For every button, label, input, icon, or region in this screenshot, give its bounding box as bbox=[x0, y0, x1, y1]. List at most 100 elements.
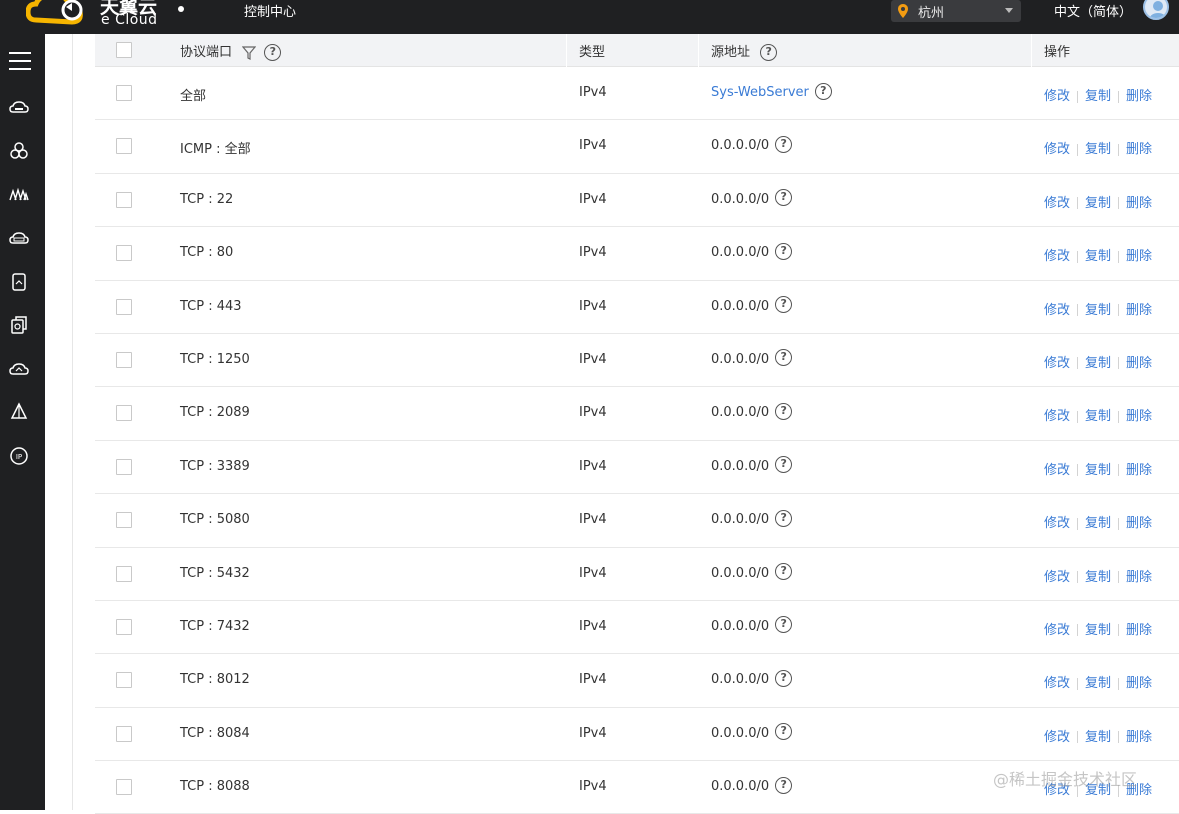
help-icon[interactable]: ? bbox=[775, 776, 793, 794]
copy-button[interactable]: 复制 bbox=[1085, 409, 1111, 424]
delete-button[interactable]: 删除 bbox=[1126, 196, 1152, 211]
action-separator bbox=[1118, 357, 1120, 370]
row-checkbox[interactable] bbox=[116, 779, 132, 796]
source-cell: 0.0.0.0/0? bbox=[711, 349, 793, 367]
action-separator bbox=[1118, 304, 1120, 317]
delete-button[interactable]: 删除 bbox=[1126, 516, 1152, 531]
copy-button[interactable]: 复制 bbox=[1085, 249, 1111, 264]
action-separator bbox=[1118, 143, 1120, 156]
help-icon[interactable]: ? bbox=[775, 563, 793, 581]
row-checkbox[interactable] bbox=[116, 85, 132, 101]
port-cell: TCP : 2089 bbox=[180, 405, 250, 421]
delete-button[interactable]: 删除 bbox=[1126, 463, 1152, 478]
row-checkbox[interactable] bbox=[116, 672, 132, 689]
ecloud-logo-icon[interactable] bbox=[26, 0, 96, 30]
source-value[interactable]: Sys-WebServer bbox=[711, 85, 809, 100]
cluster-icon[interactable] bbox=[9, 141, 29, 161]
help-icon[interactable]: ? bbox=[775, 135, 793, 153]
action-separator bbox=[1118, 624, 1120, 637]
help-icon[interactable]: ? bbox=[775, 456, 793, 474]
copy-button[interactable]: 复制 bbox=[1085, 142, 1111, 157]
row-checkbox[interactable] bbox=[116, 725, 132, 742]
edit-button[interactable]: 修改 bbox=[1044, 676, 1070, 691]
help-icon[interactable]: ? bbox=[264, 44, 282, 61]
help-icon[interactable]: ? bbox=[775, 296, 793, 314]
delete-button[interactable]: 删除 bbox=[1126, 142, 1152, 157]
delete-button[interactable]: 删除 bbox=[1126, 303, 1152, 318]
copy-button[interactable]: 复制 bbox=[1085, 623, 1111, 638]
row-checkbox[interactable] bbox=[116, 512, 132, 529]
row-checkbox[interactable] bbox=[116, 138, 132, 155]
help-icon[interactable]: ? bbox=[814, 82, 832, 100]
delete-button[interactable]: 删除 bbox=[1126, 676, 1152, 691]
delete-button[interactable]: 删除 bbox=[1126, 623, 1152, 638]
edit-button[interactable]: 修改 bbox=[1044, 516, 1070, 531]
help-icon[interactable]: ? bbox=[760, 44, 778, 61]
table-row: TCP : 7432 IPv4 0.0.0.0/0? 修改 复制 删除 bbox=[95, 600, 1179, 655]
copy-button[interactable]: 复制 bbox=[1085, 89, 1111, 104]
edit-button[interactable]: 修改 bbox=[1044, 89, 1070, 104]
backup-icon[interactable] bbox=[9, 315, 29, 335]
edit-button[interactable]: 修改 bbox=[1044, 623, 1070, 638]
source-cell[interactable]: Sys-WebServer? bbox=[711, 82, 832, 100]
cloud-disk-icon[interactable] bbox=[9, 228, 29, 248]
row-checkbox[interactable] bbox=[116, 298, 132, 315]
ip-icon[interactable]: IP bbox=[9, 446, 29, 466]
copy-button[interactable]: 复制 bbox=[1085, 196, 1111, 211]
copy-button[interactable]: 复制 bbox=[1085, 463, 1111, 478]
edit-button[interactable]: 修改 bbox=[1044, 303, 1070, 318]
row-checkbox[interactable] bbox=[116, 405, 132, 422]
row-checkbox[interactable] bbox=[116, 618, 132, 635]
edit-button[interactable]: 修改 bbox=[1044, 463, 1070, 478]
drive-icon[interactable] bbox=[9, 402, 29, 422]
help-icon[interactable]: ? bbox=[775, 242, 793, 260]
delete-button[interactable]: 删除 bbox=[1126, 356, 1152, 371]
help-icon[interactable]: ? bbox=[775, 402, 793, 420]
delete-button[interactable]: 删除 bbox=[1126, 409, 1152, 424]
help-icon[interactable]: ? bbox=[775, 349, 793, 367]
delete-button[interactable]: 删除 bbox=[1126, 89, 1152, 104]
action-separator bbox=[1118, 90, 1120, 103]
row-checkbox[interactable] bbox=[116, 191, 132, 208]
edit-button[interactable]: 修改 bbox=[1044, 730, 1070, 745]
avatar[interactable] bbox=[1143, 0, 1169, 20]
help-icon[interactable]: ? bbox=[775, 509, 793, 527]
port-cell: TCP : 5080 bbox=[180, 512, 250, 528]
table-row: TCP : 22 IPv4 0.0.0.0/0? 修改 复制 删除 bbox=[95, 173, 1179, 228]
filter-icon[interactable] bbox=[242, 45, 257, 60]
edit-button[interactable]: 修改 bbox=[1044, 409, 1070, 424]
copy-button[interactable]: 复制 bbox=[1085, 570, 1111, 585]
cloud-host-icon[interactable] bbox=[9, 98, 29, 118]
delete-button[interactable]: 删除 bbox=[1126, 570, 1152, 585]
edit-button[interactable]: 修改 bbox=[1044, 570, 1070, 585]
row-checkbox[interactable] bbox=[116, 458, 132, 475]
help-icon[interactable]: ? bbox=[775, 616, 793, 634]
help-icon[interactable]: ? bbox=[775, 669, 793, 687]
copy-button[interactable]: 复制 bbox=[1085, 356, 1111, 371]
copy-button[interactable]: 复制 bbox=[1085, 303, 1111, 318]
edit-button[interactable]: 修改 bbox=[1044, 249, 1070, 264]
type-cell: IPv4 bbox=[579, 512, 607, 528]
row-checkbox[interactable] bbox=[116, 565, 132, 582]
cloud-link-icon[interactable] bbox=[9, 359, 29, 379]
help-icon[interactable]: ? bbox=[775, 189, 793, 207]
edit-button[interactable]: 修改 bbox=[1044, 356, 1070, 371]
row-checkbox[interactable] bbox=[116, 351, 132, 368]
select-all-checkbox[interactable] bbox=[116, 42, 132, 58]
delete-button[interactable]: 删除 bbox=[1126, 249, 1152, 264]
storage-icon[interactable] bbox=[9, 272, 29, 292]
edit-button[interactable]: 修改 bbox=[1044, 196, 1070, 211]
menu-icon[interactable] bbox=[9, 52, 31, 70]
region-select[interactable]: 杭州 bbox=[891, 0, 1021, 22]
delete-button[interactable]: 删除 bbox=[1126, 730, 1152, 745]
edit-button[interactable]: 修改 bbox=[1044, 142, 1070, 157]
row-checkbox[interactable] bbox=[116, 245, 132, 262]
header-type: 类型 bbox=[579, 45, 606, 60]
copy-button[interactable]: 复制 bbox=[1085, 676, 1111, 691]
copy-button[interactable]: 复制 bbox=[1085, 516, 1111, 531]
mountain-icon[interactable] bbox=[9, 185, 29, 205]
help-icon[interactable]: ? bbox=[775, 723, 793, 741]
console-link[interactable]: 控制中心 bbox=[244, 1, 296, 20]
copy-button[interactable]: 复制 bbox=[1085, 730, 1111, 745]
language-switch[interactable]: 中文（简体） bbox=[1054, 1, 1132, 20]
